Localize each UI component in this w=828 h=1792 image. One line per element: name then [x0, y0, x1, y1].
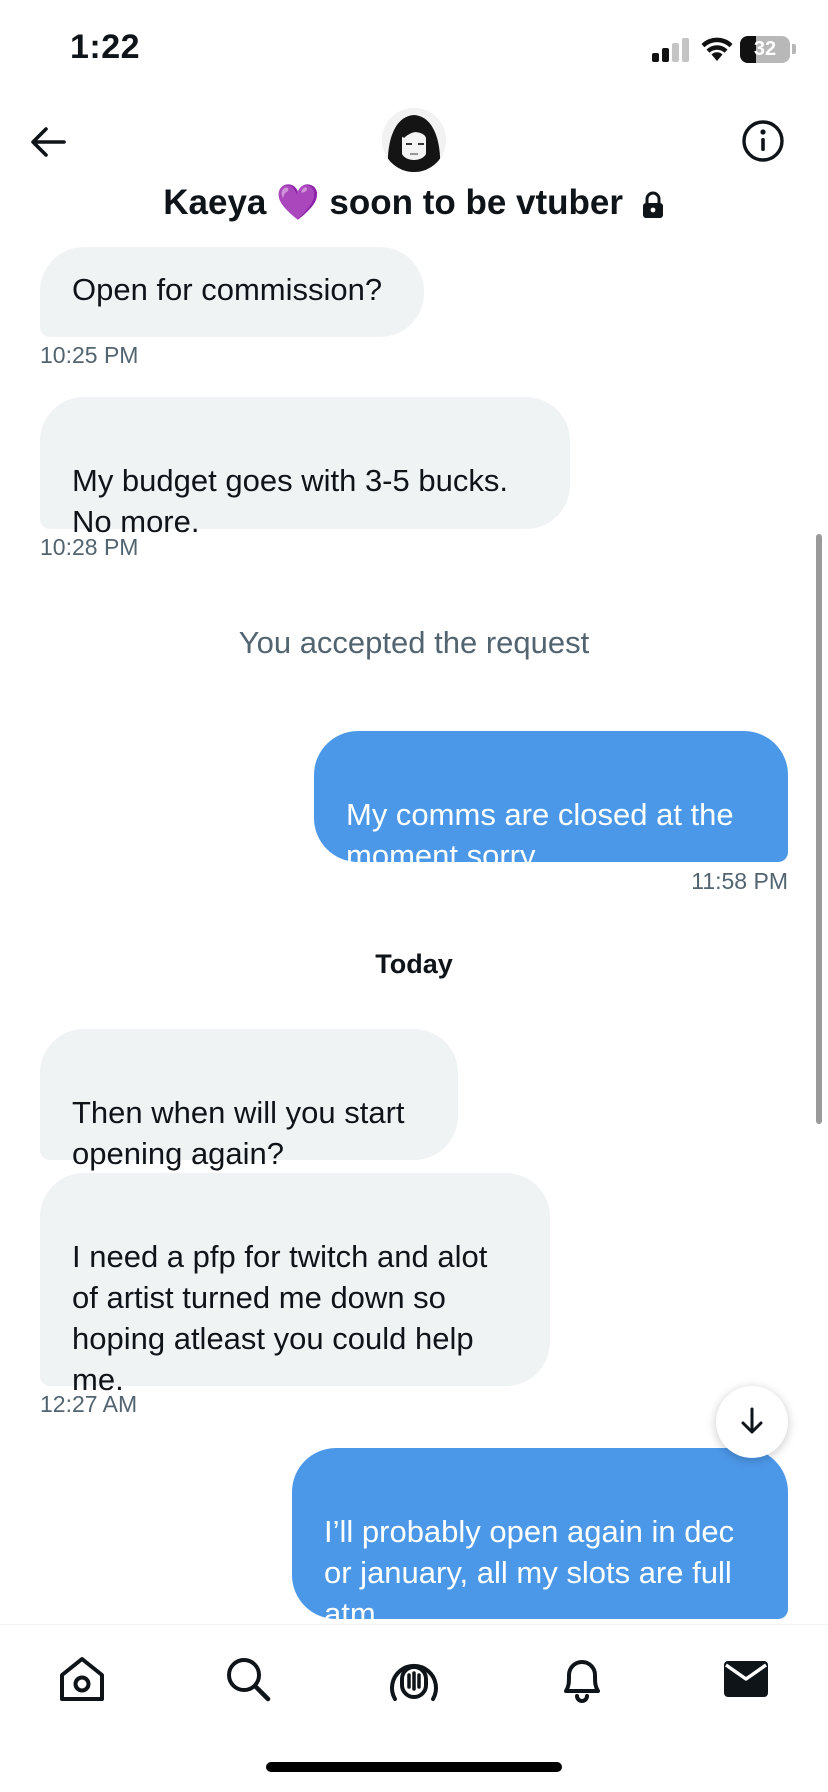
message-timestamp: 11:58 PM	[691, 868, 788, 894]
message-timestamp: 10:28 PM	[40, 534, 139, 560]
message-text: My comms are closed at the moment sorry	[346, 797, 734, 873]
message-timestamp: 12:27 AM	[40, 1391, 138, 1417]
conversation-header: Kaeya 💜 soon to be vtuber	[0, 100, 828, 245]
incoming-message[interactable]: I need a pfp for twitch and alot of arti…	[40, 1173, 550, 1397]
back-arrow-icon[interactable]	[26, 120, 70, 164]
scrollbar[interactable]	[816, 534, 822, 1124]
home-indicator[interactable]	[266, 1762, 562, 1772]
status-time: 1:22	[70, 28, 141, 66]
battery-icon: 32	[740, 36, 790, 63]
contact-name: Kaeya 💜 soon to be vtuber	[163, 183, 624, 222]
messages-icon[interactable]	[720, 1653, 772, 1705]
spaces-icon[interactable]	[388, 1653, 440, 1705]
avatar[interactable]	[382, 108, 446, 172]
message-text: I’ll probably open again in dec or janua…	[324, 1514, 735, 1631]
battery-level: 32	[753, 38, 777, 60]
battery-cap	[792, 44, 796, 54]
outgoing-message[interactable]: I’ll probably open again in dec or janua…	[292, 1448, 788, 1631]
conversation-title[interactable]: Kaeya 💜 soon to be vtuber	[0, 182, 828, 223]
incoming-message[interactable]: Open for commission?	[40, 247, 424, 337]
day-divider: Today	[375, 949, 453, 979]
system-message: You accepted the request	[238, 625, 590, 660]
message-timestamp: 10:25 PM	[40, 342, 139, 368]
home-icon[interactable]	[56, 1653, 108, 1705]
arrow-down-icon	[741, 1407, 763, 1434]
incoming-message[interactable]: My budget goes with 3-5 bucks. No more.	[40, 397, 570, 539]
search-icon[interactable]	[222, 1653, 274, 1705]
message-text: Then when will you start opening again?	[72, 1095, 405, 1171]
lock-icon	[642, 191, 663, 218]
notifications-icon[interactable]	[556, 1653, 608, 1705]
info-icon[interactable]	[740, 118, 786, 164]
message-text: Open for commission?	[72, 272, 383, 307]
message-text: My budget goes with 3-5 bucks. No more.	[72, 463, 508, 539]
signal-icon	[652, 38, 692, 62]
incoming-message[interactable]: Then when will you start opening again?	[40, 1029, 458, 1171]
status-bar: 1:22 32	[0, 0, 828, 100]
scroll-to-bottom-button[interactable]	[716, 1386, 788, 1458]
outgoing-message[interactable]: My comms are closed at the moment sorry	[314, 731, 788, 873]
message-text: I need a pfp for twitch and alot of arti…	[72, 1239, 488, 1397]
wifi-icon	[701, 37, 733, 61]
